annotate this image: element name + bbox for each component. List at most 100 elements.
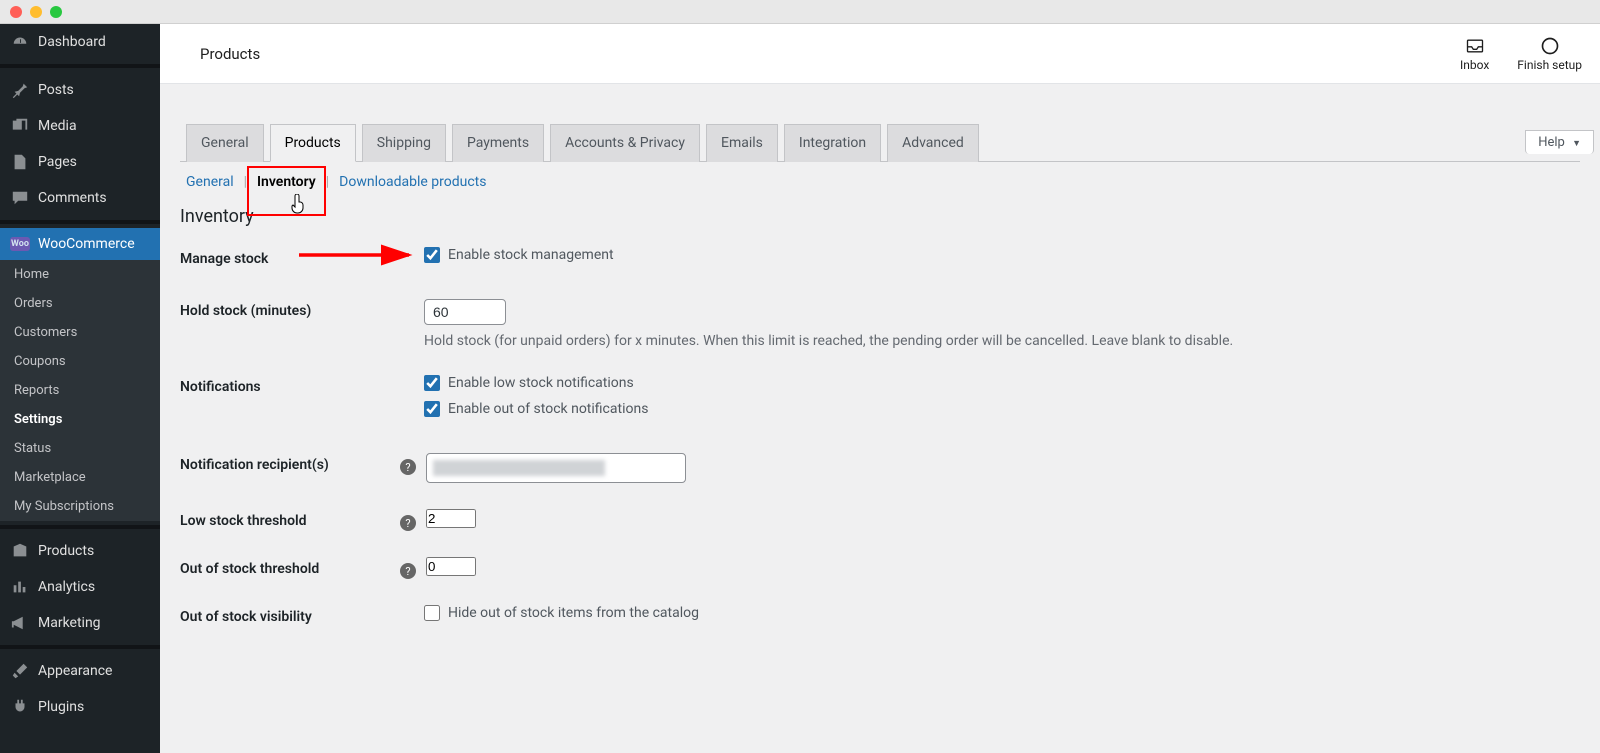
low-stock-threshold-input[interactable]: [426, 509, 476, 528]
tab-products[interactable]: Products: [270, 124, 356, 162]
row-oos-threshold: Out of stock threshold ?: [180, 557, 1580, 579]
label-oos-threshold: Out of stock threshold: [180, 557, 400, 577]
notification-recipients-input[interactable]: [426, 453, 686, 483]
inbox-label: Inbox: [1460, 58, 1489, 72]
settings-tabs: General Products Shipping Payments Accou…: [180, 124, 1580, 162]
sidebar-item-comments[interactable]: Comments: [0, 180, 160, 216]
tab-shipping[interactable]: Shipping: [362, 124, 446, 162]
oos-visibility-checkbox[interactable]: [424, 605, 440, 621]
tab-advanced[interactable]: Advanced: [887, 124, 979, 162]
label-notification-recipients: Notification recipient(s): [180, 453, 400, 473]
finish-setup-button[interactable]: Finish setup: [1517, 36, 1582, 72]
woocommerce-submenu: Home Orders Customers Coupons Reports Se…: [0, 260, 160, 521]
window-chrome: [0, 0, 1600, 24]
finish-setup-icon: [1540, 36, 1560, 56]
submenu-orders[interactable]: Orders: [0, 289, 160, 318]
label-oos-visibility: Out of stock visibility: [180, 605, 424, 625]
low-stock-notif-option[interactable]: Enable low stock notifications: [424, 375, 1580, 391]
products-subtabs: General | Inventory | Downloadable produ…: [182, 172, 1580, 192]
sidebar-item-label: Analytics: [38, 579, 95, 595]
sidebar-item-label: Posts: [38, 82, 74, 98]
sidebar-item-label: Products: [38, 543, 94, 559]
brush-icon: [10, 661, 30, 681]
row-hold-stock: Hold stock (minutes) Hold stock (for unp…: [180, 299, 1580, 349]
bars-icon: [10, 577, 30, 597]
hold-stock-input[interactable]: [424, 299, 506, 325]
woocommerce-icon: Woo: [10, 237, 30, 251]
dashboard-icon: [10, 32, 30, 52]
label-manage-stock: Manage stock: [180, 247, 424, 267]
sidebar-item-dashboard[interactable]: Dashboard: [0, 24, 160, 60]
tab-accounts-privacy[interactable]: Accounts & Privacy: [550, 124, 700, 162]
sidebar-item-marketing[interactable]: Marketing: [0, 605, 160, 641]
sidebar-item-woocommerce[interactable]: Woo WooCommerce: [0, 228, 160, 260]
sidebar-item-label: Comments: [38, 190, 107, 206]
label-hold-stock: Hold stock (minutes): [180, 299, 424, 319]
help-tab-toggle[interactable]: Help ▼: [1525, 130, 1594, 154]
sidebar-item-media[interactable]: Media: [0, 108, 160, 144]
subtab-downloadable-products[interactable]: Downloadable products: [335, 172, 490, 192]
tab-integration[interactable]: Integration: [784, 124, 881, 162]
sidebar-item-plugins[interactable]: Plugins: [0, 689, 160, 725]
admin-sidebar: Dashboard Posts Media Pages Comments Woo…: [0, 24, 160, 753]
oos-notif-label: Enable out of stock notifications: [448, 401, 648, 417]
help-icon[interactable]: ?: [400, 515, 416, 531]
manage-stock-checkbox[interactable]: [424, 247, 440, 263]
close-window-dot[interactable]: [10, 6, 22, 18]
low-stock-notif-checkbox[interactable]: [424, 375, 440, 391]
oos-threshold-input[interactable]: [426, 557, 476, 576]
tab-payments[interactable]: Payments: [452, 124, 544, 162]
help-icon[interactable]: ?: [400, 563, 416, 579]
page-header-bar: Products Inbox Finish setup: [160, 24, 1600, 84]
inbox-icon: [1465, 36, 1485, 56]
oos-visibility-cb-label: Hide out of stock items from the catalog: [448, 605, 699, 621]
sidebar-item-appearance[interactable]: Appearance: [0, 653, 160, 689]
plug-icon: [10, 697, 30, 717]
oos-notif-checkbox[interactable]: [424, 401, 440, 417]
sidebar-item-label: Appearance: [38, 663, 112, 679]
sidebar-item-posts[interactable]: Posts: [0, 72, 160, 108]
submenu-marketplace[interactable]: Marketplace: [0, 463, 160, 492]
sidebar-item-analytics[interactable]: Analytics: [0, 569, 160, 605]
row-notifications: Notifications Enable low stock notificat…: [180, 375, 1580, 427]
subtab-inventory[interactable]: Inventory: [253, 172, 320, 192]
oos-visibility-option[interactable]: Hide out of stock items from the catalog: [424, 605, 1580, 621]
maximize-window-dot[interactable]: [50, 6, 62, 18]
label-notifications: Notifications: [180, 375, 424, 395]
sidebar-item-label: Dashboard: [38, 34, 106, 50]
submenu-reports[interactable]: Reports: [0, 376, 160, 405]
sidebar-item-label: WooCommerce: [38, 236, 135, 252]
tab-emails[interactable]: Emails: [706, 124, 778, 162]
submenu-customers[interactable]: Customers: [0, 318, 160, 347]
oos-notif-option[interactable]: Enable out of stock notifications: [424, 401, 1580, 417]
sidebar-item-pages[interactable]: Pages: [0, 144, 160, 180]
hold-stock-description: Hold stock (for unpaid orders) for x min…: [424, 333, 1580, 349]
pin-icon: [10, 80, 30, 100]
subtab-general[interactable]: General: [182, 172, 238, 192]
row-manage-stock: Manage stock Enable stock management: [180, 247, 1580, 273]
submenu-coupons[interactable]: Coupons: [0, 347, 160, 376]
submenu-status[interactable]: Status: [0, 434, 160, 463]
sidebar-item-label: Marketing: [38, 615, 101, 631]
submenu-settings[interactable]: Settings: [0, 405, 160, 434]
minimize-window-dot[interactable]: [30, 6, 42, 18]
sidebar-item-label: Plugins: [38, 699, 84, 715]
sidebar-item-products[interactable]: Products: [0, 533, 160, 569]
low-stock-notif-label: Enable low stock notifications: [448, 375, 634, 391]
finish-setup-label: Finish setup: [1517, 58, 1582, 72]
submenu-my-subscriptions[interactable]: My Subscriptions: [0, 492, 160, 521]
help-icon[interactable]: ?: [400, 459, 416, 475]
row-low-stock-threshold: Low stock threshold ?: [180, 509, 1580, 531]
row-oos-visibility: Out of stock visibility Hide out of stoc…: [180, 605, 1580, 631]
tab-general[interactable]: General: [186, 124, 264, 162]
sidebar-item-label: Media: [38, 118, 77, 134]
sidebar-item-label: Pages: [38, 154, 77, 170]
media-icon: [10, 116, 30, 136]
inbox-button[interactable]: Inbox: [1460, 36, 1489, 72]
manage-stock-option[interactable]: Enable stock management: [424, 247, 1580, 263]
section-heading: Inventory: [180, 206, 1580, 227]
manage-stock-cb-label: Enable stock management: [448, 247, 614, 263]
submenu-home[interactable]: Home: [0, 260, 160, 289]
box-icon: [10, 541, 30, 561]
row-notification-recipients: Notification recipient(s) ?: [180, 453, 1580, 483]
